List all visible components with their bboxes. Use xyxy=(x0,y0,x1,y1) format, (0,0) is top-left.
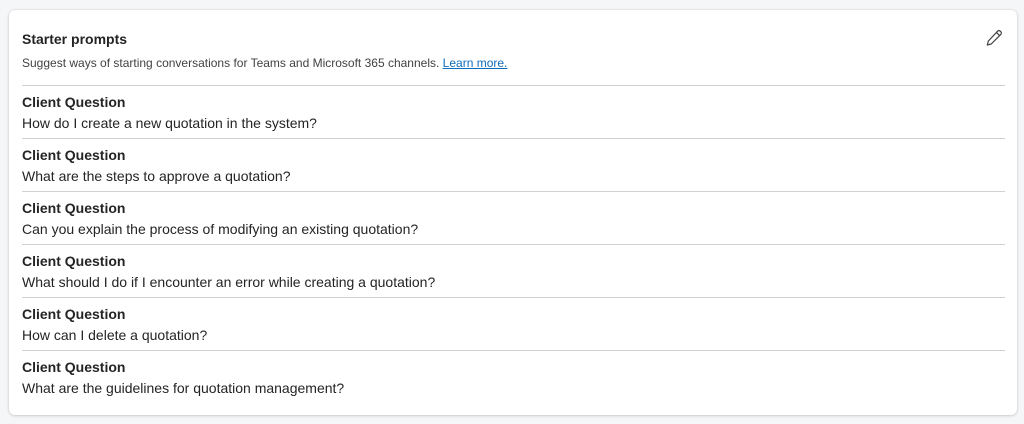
prompt-item[interactable]: Client Question What are the guidelines … xyxy=(22,350,1005,403)
prompt-title: Client Question xyxy=(22,147,126,163)
prompt-item[interactable]: Client Question What are the steps to ap… xyxy=(22,138,1005,191)
prompt-title: Client Question xyxy=(22,94,126,110)
prompt-text: How do I create a new quotation in the s… xyxy=(22,115,317,131)
card-header: Starter prompts Suggest ways of starting… xyxy=(22,29,1005,71)
prompt-text: Can you explain the process of modifying… xyxy=(22,221,419,237)
prompt-title: Client Question xyxy=(22,359,126,375)
prompt-item[interactable]: Client Question Can you explain the proc… xyxy=(22,191,1005,244)
prompt-item[interactable]: Client Question What should I do if I en… xyxy=(22,244,1005,297)
prompt-list: Client Question How do I create a new qu… xyxy=(22,85,1005,403)
starter-prompts-card: Starter prompts Suggest ways of starting… xyxy=(9,10,1017,415)
card-subtitle-text: Suggest ways of starting conversations f… xyxy=(22,56,440,70)
prompt-item[interactable]: Client Question How can I delete a quota… xyxy=(22,297,1005,350)
prompt-title: Client Question xyxy=(22,253,126,269)
card-subtitle: Suggest ways of starting conversations f… xyxy=(22,55,1005,71)
learn-more-link[interactable]: Learn more. xyxy=(443,56,508,70)
prompt-item[interactable]: Client Question How do I create a new qu… xyxy=(22,85,1005,138)
prompt-text: What are the guidelines for quotation ma… xyxy=(22,380,345,396)
prompt-title: Client Question xyxy=(22,200,126,216)
prompt-text: How can I delete a quotation? xyxy=(22,327,208,343)
prompt-text: What are the steps to approve a quotatio… xyxy=(22,168,291,184)
prompt-text: What should I do if I encounter an error… xyxy=(22,274,436,290)
edit-button[interactable] xyxy=(982,26,1006,50)
card-title: Starter prompts xyxy=(22,31,128,47)
pencil-icon xyxy=(986,30,1002,46)
prompt-title: Client Question xyxy=(22,306,126,322)
